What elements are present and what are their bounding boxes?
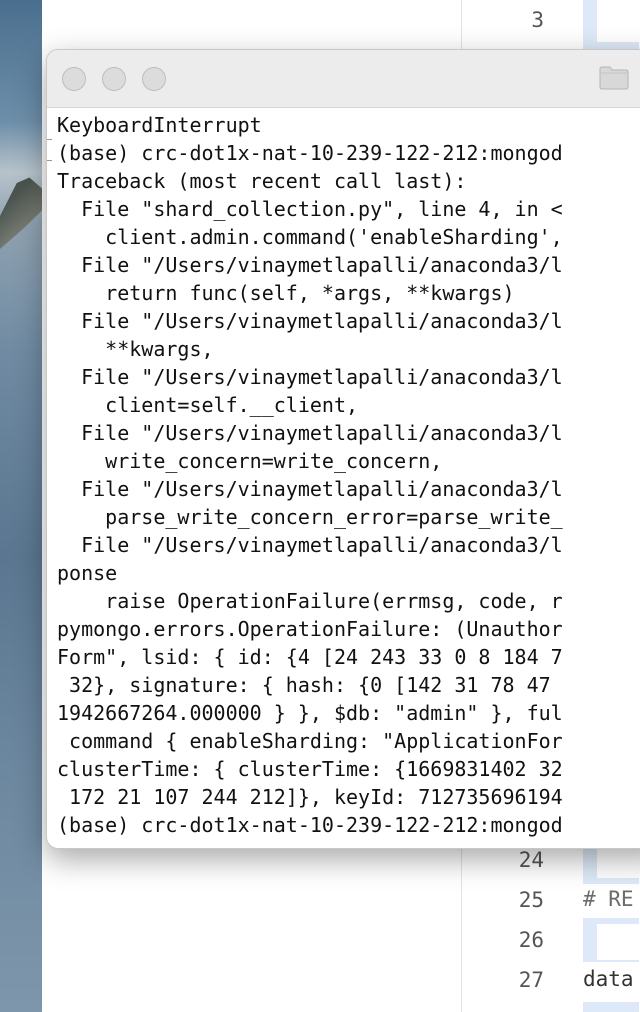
close-button[interactable]: [62, 67, 86, 91]
terminal-line: pymongo.errors.OperationFailure: (Unauth…: [57, 617, 563, 641]
line-number: 3: [531, 8, 544, 32]
line-number: 24: [518, 848, 544, 872]
terminal-line: File "/Users/vinaymetlapalli/anaconda3/l: [57, 533, 563, 557]
terminal-line: (base) crc-dot1x-nat-10-239-122-212:mong…: [57, 813, 563, 837]
terminal-output[interactable]: KeyboardInterrupt (base) crc-dot1x-nat-10…: [57, 111, 640, 848]
terminal-line: write_concern=write_concern,: [57, 449, 443, 473]
line-number: 25: [518, 888, 544, 912]
terminal-line: command { enableSharding: "ApplicationFo…: [57, 729, 563, 753]
minimize-button[interactable]: [102, 67, 126, 91]
zoom-button[interactable]: [142, 67, 166, 91]
terminal-line: raise OperationFailure(errmsg, code, r: [57, 589, 563, 613]
editor-line-box: [597, 848, 640, 878]
terminal-line: Form", lsid: { id: {4 [24 243 33 0 8 184…: [57, 645, 563, 669]
terminal-line: File "/Users/vinaymetlapalli/anaconda3/l: [57, 477, 563, 501]
desktop-wallpaper: [0, 0, 42, 1012]
terminal-line: 32}, signature: { hash: {0 [142 31 78 47: [57, 673, 563, 697]
terminal-line: client=self.__client,: [57, 393, 359, 417]
wallpaper-rock: [0, 177, 42, 249]
terminal-window[interactable]: KeyboardInterrupt (base) crc-dot1x-nat-10…: [46, 49, 640, 849]
terminal-line: 1942667264.000000 } }, $db: "admin" }, f…: [57, 701, 563, 725]
terminal-line: File "/Users/vinaymetlapalli/anaconda3/l: [57, 253, 563, 277]
terminal-line: **kwargs,: [57, 337, 214, 361]
terminal-line: return func(self, *args, **kwargs): [57, 281, 515, 305]
line-marker: [47, 139, 52, 161]
terminal-line: Traceback (most recent call last):: [57, 169, 467, 193]
editor-line-box: [597, 924, 640, 960]
terminal-line: File "shard_collection.py", line 4, in <: [57, 197, 563, 221]
terminal-line: File "/Users/vinaymetlapalli/anaconda3/l: [57, 365, 563, 389]
terminal-line: parse_write_concern_error=parse_write_: [57, 505, 563, 529]
terminal-titlebar[interactable]: [47, 50, 640, 108]
terminal-line: File "/Users/vinaymetlapalli/anaconda3/l: [57, 421, 563, 445]
line-number: 27: [518, 968, 544, 992]
code-line[interactable]: data: [583, 967, 634, 991]
terminal-line: ponse: [57, 561, 118, 585]
terminal-line: File "/Users/vinaymetlapalli/anaconda3/l: [57, 309, 563, 333]
code-line-comment[interactable]: # RE: [583, 887, 634, 911]
terminal-line: client.admin.command('enableSharding',: [57, 225, 563, 249]
folder-icon: [599, 66, 629, 90]
line-number: 26: [518, 928, 544, 952]
editor-line-box: [597, 0, 640, 42]
terminal-line: KeyboardInterrupt: [57, 113, 262, 137]
terminal-line: 172 21 107 244 212]}, keyId: 71273569619…: [57, 785, 563, 809]
terminal-line: (base) crc-dot1x-nat-10-239-122-212:mong…: [57, 141, 563, 165]
terminal-line: clusterTime: { clusterTime: {1669831402 …: [57, 757, 563, 781]
